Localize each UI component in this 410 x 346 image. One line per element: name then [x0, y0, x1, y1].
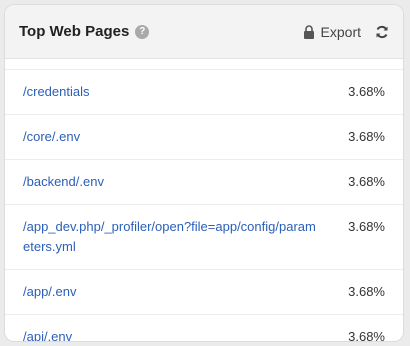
page-percent: 3.68%	[348, 284, 385, 299]
card-title: Top Web Pages	[19, 23, 130, 40]
list-item: /core/.env 3.68%	[5, 114, 403, 159]
pages-list: /credentials 3.68% /core/.env 3.68% /bac…	[5, 59, 403, 342]
export-button[interactable]: Export	[303, 24, 361, 40]
page-percent: 3.68%	[348, 129, 385, 144]
page-percent: 3.68%	[348, 84, 385, 99]
page-percent: 3.68%	[348, 219, 385, 234]
page-link[interactable]: /core/.env	[23, 127, 80, 147]
lock-icon	[303, 24, 315, 39]
top-web-pages-card: Top Web Pages ? Export /credentials 3.68…	[4, 4, 404, 342]
list-item: /credentials 3.68%	[5, 69, 403, 114]
card-header: Top Web Pages ? Export	[5, 5, 403, 59]
list-item: /app_dev.php/_profiler/open?file=app/con…	[5, 204, 403, 269]
list-item: /api/.env 3.68%	[5, 314, 403, 342]
list-item: /backend/.env 3.68%	[5, 159, 403, 204]
refresh-icon[interactable]	[375, 25, 389, 39]
page-link[interactable]: /app_dev.php/_profiler/open?file=app/con…	[23, 217, 323, 257]
export-label: Export	[320, 23, 361, 40]
help-icon[interactable]: ?	[135, 24, 150, 39]
list-item: /app/.env 3.68%	[5, 269, 403, 314]
page-link[interactable]: /api/.env	[23, 327, 72, 341]
page-link[interactable]: /backend/.env	[23, 172, 104, 192]
page-link[interactable]: /app/.env	[23, 282, 77, 302]
page-link[interactable]: /credentials	[23, 82, 89, 102]
page-percent: 3.68%	[348, 174, 385, 189]
page-percent: 3.68%	[348, 329, 385, 342]
